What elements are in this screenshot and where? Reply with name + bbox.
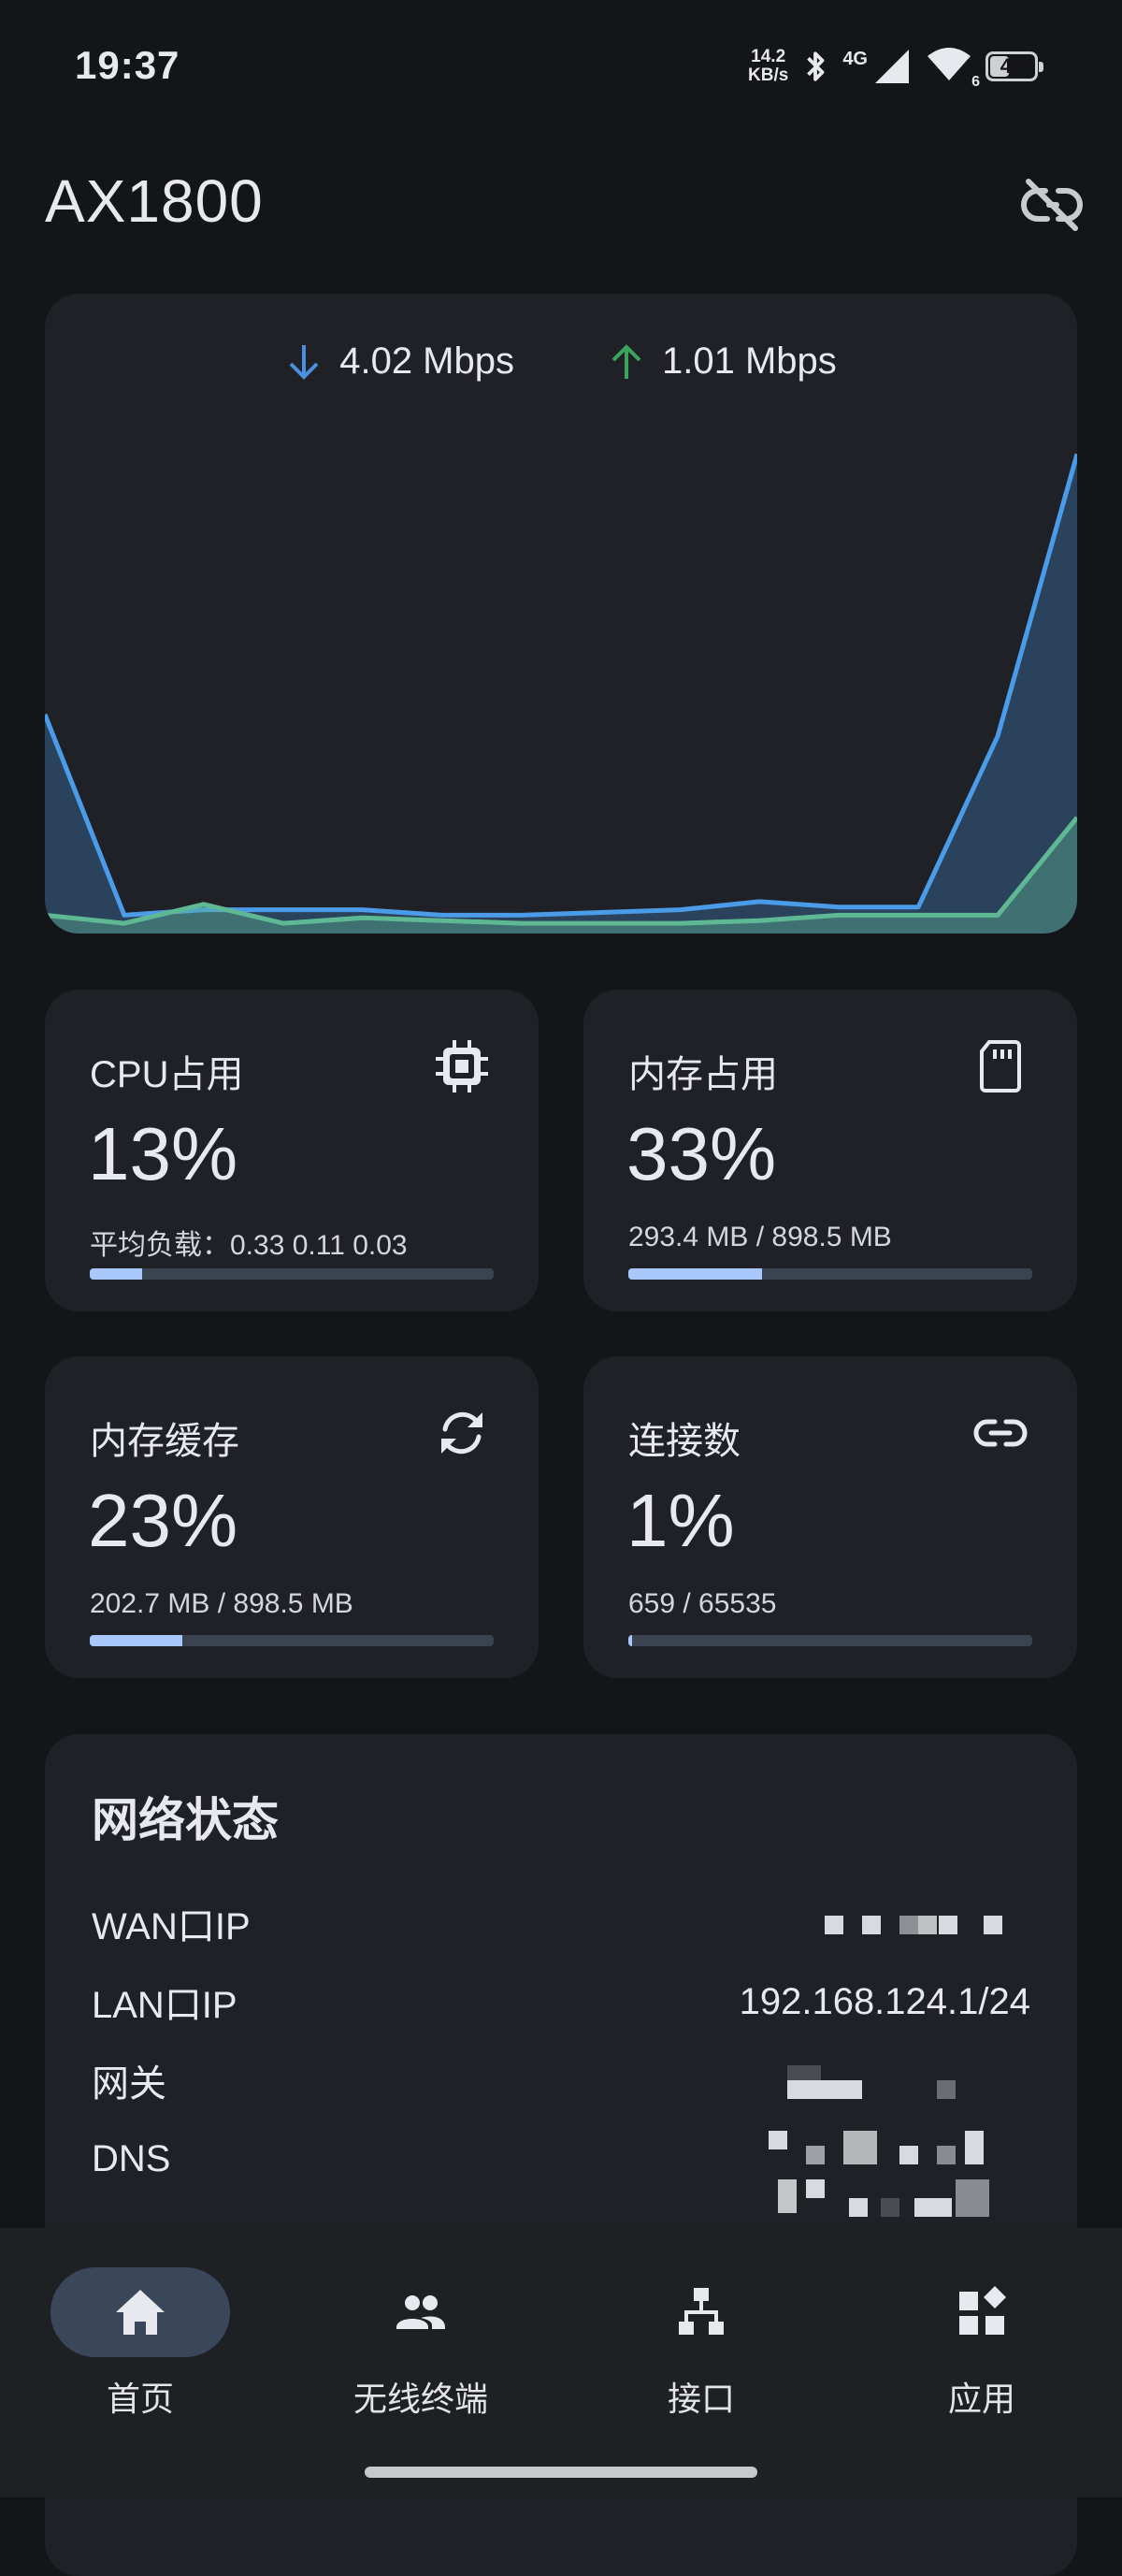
cell-signal-icon <box>875 49 909 83</box>
stat-detail: 202.7 MB / 898.5 MB <box>90 1588 353 1619</box>
upload-speed: 1.01 Mbps <box>662 340 837 382</box>
progress-bar <box>628 1268 1032 1280</box>
nav-label: 首页 <box>106 2380 174 2418</box>
wifi-indicator: 6 <box>926 45 980 90</box>
network-tree-icon <box>679 2288 724 2335</box>
stat-detail: 659 / 65535 <box>628 1588 777 1619</box>
status-bar: 19:37 14.2 KB/s 4G 6 45 <box>0 0 1122 131</box>
stat-label: CPU占用 <box>90 1054 244 1095</box>
lan-ip-row: LAN口IP 192.168.124.1/24 <box>92 1974 1030 2030</box>
cache-card[interactable]: 内存缓存 23% 202.7 MB / 898.5 MB <box>45 1356 539 1678</box>
connections-card[interactable]: 连接数 1% 659 / 65535 <box>583 1356 1077 1678</box>
download-legend: 4.02 Mbps <box>285 340 514 383</box>
row-label: LAN口IP <box>92 1985 237 2026</box>
people-icon <box>396 2295 445 2329</box>
progress-fill <box>90 1268 143 1280</box>
traffic-legend: 4.02 Mbps 1.01 Mbps <box>45 340 1077 383</box>
clock: 19:37 <box>75 43 180 87</box>
wifi-icon <box>928 48 971 80</box>
nav-label: 应用 <box>947 2380 1015 2418</box>
link-icon <box>973 1419 1028 1447</box>
redacted-value <box>731 2131 1030 2243</box>
gesture-home-bar[interactable] <box>365 2467 757 2478</box>
cpu-chip-icon <box>436 1040 488 1093</box>
progress-bar <box>90 1635 494 1646</box>
nav-interfaces[interactable]: 接口 <box>561 2267 842 2418</box>
stat-value: 23% <box>88 1479 238 1562</box>
bottom-navigation: 首页 无线终端 接口 应用 <box>0 2228 1122 2497</box>
home-icon <box>116 2290 165 2335</box>
stat-value: 1% <box>626 1479 735 1562</box>
status-icons: 14.2 KB/s 4G 6 45 <box>748 45 1043 90</box>
network-type: 4G <box>842 49 868 69</box>
row-label: WAN口IP <box>92 1906 251 1947</box>
series-line-0 <box>45 453 1077 918</box>
battery-percent: 45 <box>1000 53 1024 78</box>
net-speed-value: 14.2 <box>751 46 786 66</box>
section-title: 网络状态 <box>92 1794 279 1846</box>
net-speed-unit: KB/s <box>748 65 789 85</box>
arrow-up-icon <box>611 343 641 379</box>
row-label: 网关 <box>92 2063 166 2105</box>
sync-icon <box>441 1411 482 1454</box>
cpu-card[interactable]: CPU占用 13% 平均负载：0.33 0.11 0.03 <box>45 990 539 1311</box>
nav-label: 无线终端 <box>352 2380 488 2418</box>
stat-label: 内存占用 <box>628 1054 778 1095</box>
nav-label: 接口 <box>667 2380 735 2418</box>
wifi-badge: 6 <box>971 74 980 90</box>
gateway-row: 网关 <box>92 2052 1030 2108</box>
stat-label: 连接数 <box>628 1421 741 1462</box>
series-area-0 <box>45 454 1077 933</box>
stat-value: 33% <box>626 1112 777 1195</box>
net-speed: 14.2 KB/s <box>748 46 789 85</box>
battery-icon: 45 <box>985 51 1043 81</box>
download-speed: 4.02 Mbps <box>339 340 514 382</box>
link-off-icon[interactable] <box>1019 174 1085 236</box>
wan-ip-row: WAN口IP <box>92 1895 1030 1951</box>
progress-fill <box>628 1268 762 1280</box>
nav-apps[interactable]: 应用 <box>842 2267 1122 2418</box>
memory-card[interactable]: 内存占用 33% 293.4 MB / 898.5 MB <box>583 990 1077 1311</box>
row-label: DNS <box>92 2137 171 2179</box>
progress-fill <box>90 1635 183 1646</box>
row-value: 192.168.124.1/24 <box>739 1980 1030 2022</box>
progress-bar <box>628 1635 1032 1646</box>
arrow-down-icon <box>289 344 319 380</box>
traffic-chart <box>45 453 1077 933</box>
nav-home[interactable]: 首页 <box>0 2267 280 2418</box>
apps-icon <box>959 2286 1006 2335</box>
redacted-value <box>712 1895 1030 1951</box>
bluetooth-icon <box>807 51 825 81</box>
traffic-card: 4.02 Mbps 1.01 Mbps <box>45 294 1077 933</box>
redacted-value <box>787 2052 1030 2108</box>
progress-bar <box>90 1268 494 1280</box>
stat-value: 13% <box>88 1112 238 1195</box>
stat-detail: 293.4 MB / 898.5 MB <box>628 1222 892 1252</box>
memory-card-icon <box>980 1040 1021 1093</box>
dns-row: DNS <box>92 2131 1030 2217</box>
progress-fill <box>628 1635 633 1646</box>
stat-detail: 平均负载：0.33 0.11 0.03 <box>90 1230 408 1261</box>
upload-legend: 1.01 Mbps <box>608 340 837 383</box>
page-title: AX1800 <box>45 167 264 235</box>
stat-label: 内存缓存 <box>90 1421 239 1462</box>
nav-wireless-clients[interactable]: 无线终端 <box>280 2267 561 2418</box>
